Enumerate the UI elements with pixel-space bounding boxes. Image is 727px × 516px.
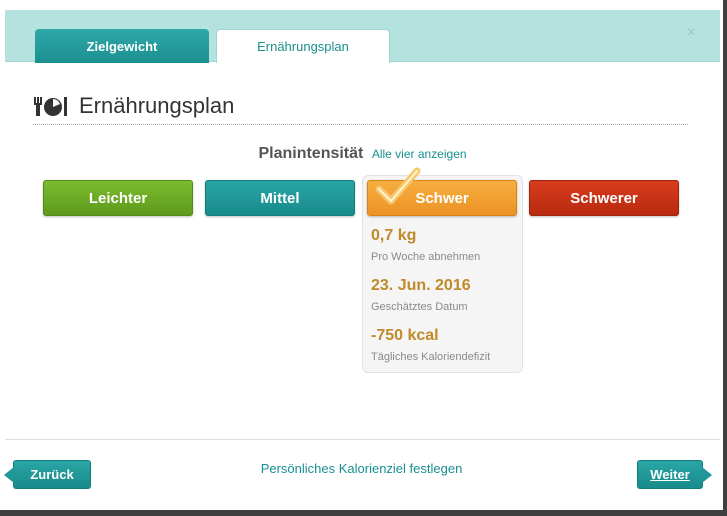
estimated-date-value: 23. Jun. 2016 bbox=[371, 277, 471, 294]
weekly-loss-label: Pro Woche abnehmen bbox=[371, 251, 481, 263]
checkmark-icon bbox=[375, 167, 421, 205]
set-calorie-goal-link[interactable]: Persönliches Kalorienziel festlegen bbox=[0, 461, 723, 476]
show-all-link[interactable]: Alle vier anzeigen bbox=[372, 147, 467, 161]
level-mittel-button[interactable]: Mittel bbox=[205, 180, 355, 216]
tab-ernaehrungsplan[interactable]: Ernährungsplan bbox=[216, 29, 390, 63]
close-icon[interactable]: × bbox=[687, 24, 696, 42]
window-edge-right bbox=[723, 0, 727, 516]
tab-zielgewicht[interactable]: Zielgewicht bbox=[35, 29, 209, 63]
tab-bar: Zielgewicht Ernährungsplan × bbox=[5, 10, 720, 63]
weekly-loss-value: 0,7 kg bbox=[371, 227, 417, 244]
intensity-row: Planintensität Alle vier anzeigen bbox=[5, 145, 720, 163]
calorie-deficit-value: -750 kcal bbox=[371, 327, 439, 344]
plan-stats: 0,7 kg Pro Woche abnehmen 23. Jun. 2016 … bbox=[371, 227, 521, 377]
content-panel: Ernährungsplan Planintensität Alle vier … bbox=[5, 63, 720, 439]
next-button[interactable]: Weiter bbox=[637, 460, 712, 489]
dialog: Zielgewicht Ernährungsplan × Ernährungsp… bbox=[0, 0, 723, 510]
estimated-date-label: Geschätztes Datum bbox=[371, 301, 468, 313]
footer-divider bbox=[5, 439, 720, 440]
cutlery-plate-icon bbox=[34, 97, 67, 116]
window-edge-bottom bbox=[0, 510, 727, 516]
section-heading: Ernährungsplan bbox=[33, 93, 234, 119]
intensity-label: Planintensität bbox=[258, 145, 364, 162]
heading-divider bbox=[33, 124, 688, 125]
level-leichter-button[interactable]: Leichter bbox=[43, 180, 193, 216]
level-schwerer-button[interactable]: Schwerer bbox=[529, 180, 679, 216]
calorie-deficit-label: Tägliches Kaloriendefizit bbox=[371, 351, 491, 363]
page-title: Ernährungsplan bbox=[79, 93, 235, 118]
